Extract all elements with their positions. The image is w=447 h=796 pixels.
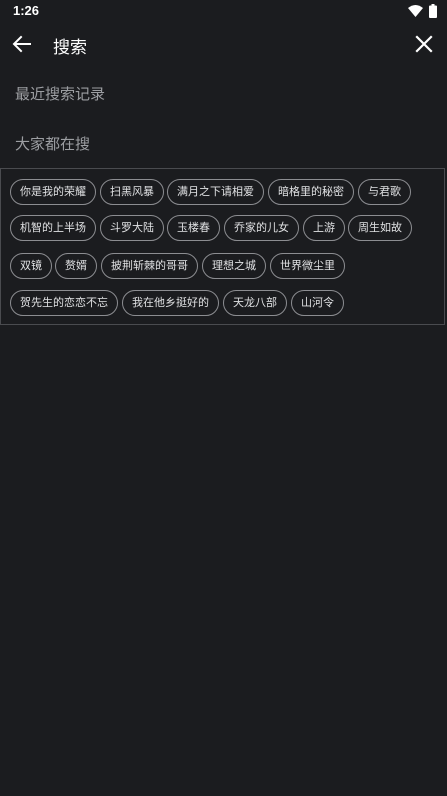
- wifi-icon: [408, 5, 423, 17]
- status-time: 1:26: [13, 3, 40, 18]
- hot-tag[interactable]: 世界微尘里: [270, 253, 345, 279]
- hot-tag[interactable]: 玉楼春: [167, 215, 220, 241]
- recent-search-label: 最近搜索记录: [15, 85, 106, 103]
- hot-tags-panel: 你是我的荣耀 扫黑风暴 满月之下请相爱 暗格里的秘密 与君歌 机智的上半场 斗罗…: [0, 168, 445, 325]
- hot-tag[interactable]: 我在他乡挺好的: [122, 290, 219, 316]
- hot-tag[interactable]: 暗格里的秘密: [268, 179, 354, 205]
- hot-tag[interactable]: 机智的上半场: [10, 215, 96, 241]
- hot-tag[interactable]: 乔家的儿女: [224, 215, 299, 241]
- arrow-left-icon: [12, 35, 31, 53]
- toolbar: 搜索: [0, 24, 447, 66]
- hot-tag[interactable]: 斗罗大陆: [100, 215, 164, 241]
- hot-tag[interactable]: 山河令: [291, 290, 344, 316]
- hot-tag[interactable]: 理想之城: [202, 253, 266, 279]
- hot-tag[interactable]: 与君歌: [358, 179, 411, 205]
- hot-tag[interactable]: 双镜: [10, 253, 52, 279]
- hot-tag[interactable]: 天龙八部: [223, 290, 287, 316]
- hot-tag[interactable]: 上游: [303, 215, 345, 241]
- hot-tag[interactable]: 披荆斩棘的哥哥: [101, 253, 198, 279]
- hot-tag[interactable]: 满月之下请相爱: [167, 179, 264, 205]
- status-bar: 1:26: [0, 0, 447, 24]
- hot-search-label: 大家都在搜: [15, 135, 91, 153]
- battery-icon: [429, 4, 437, 18]
- hot-tag[interactable]: 赘婿: [55, 253, 97, 279]
- hot-tag[interactable]: 你是我的荣耀: [10, 179, 96, 205]
- hot-tag[interactable]: 周生如故: [348, 215, 412, 241]
- page-title: 搜索: [53, 38, 87, 58]
- close-button[interactable]: [413, 33, 435, 55]
- hot-tag[interactable]: 贺先生的恋恋不忘: [10, 290, 118, 316]
- hot-tag[interactable]: 扫黑风暴: [100, 179, 164, 205]
- status-icons: [408, 4, 437, 18]
- back-button[interactable]: [10, 32, 34, 56]
- close-icon: [415, 35, 433, 53]
